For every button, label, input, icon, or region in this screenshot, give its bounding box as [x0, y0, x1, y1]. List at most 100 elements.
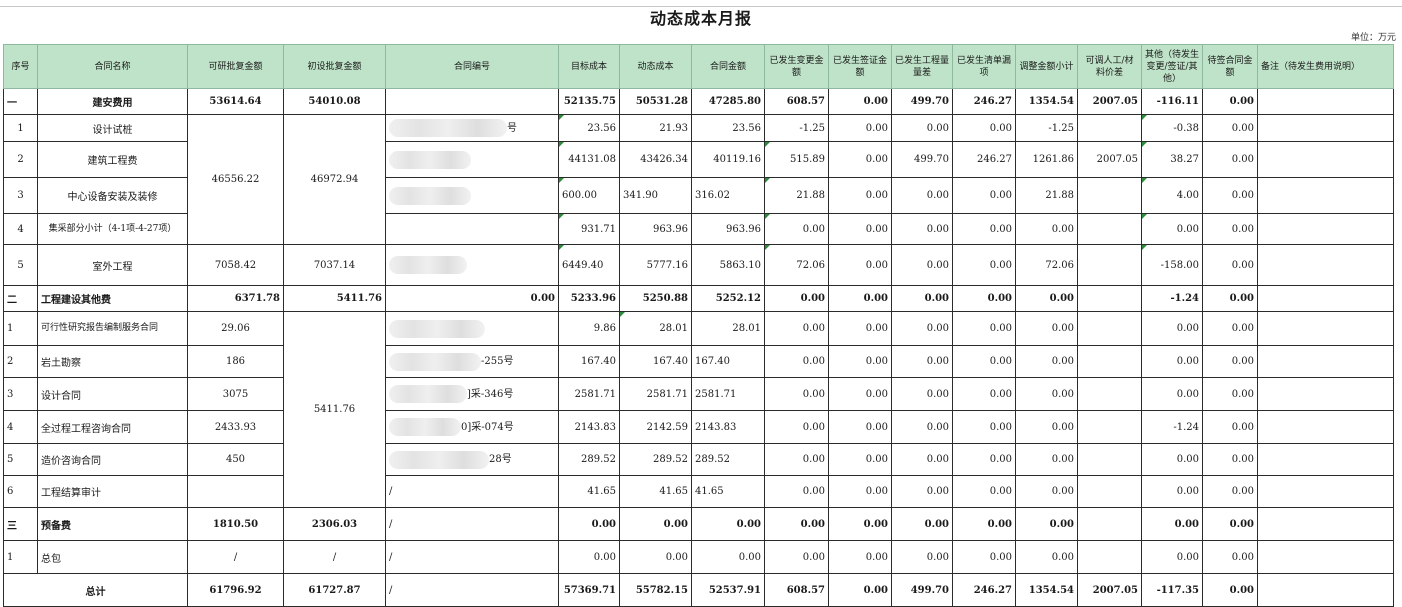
redaction-mask: [389, 450, 489, 469]
contract-code: /: [385, 540, 559, 574]
visa-amount: 0.00: [828, 311, 892, 346]
price-diff: [1077, 443, 1142, 476]
adjust-subtotal: 72.06: [1015, 244, 1078, 286]
quantity-diff: 0.00: [891, 114, 953, 142]
adjust-subtotal: 0.00: [1015, 443, 1078, 476]
remark: [1257, 141, 1394, 178]
contract-code-cell: [385, 141, 559, 178]
table-row: 二 工程建设其他费 6371.78 5411.76 0.00 5233.96 5…: [3, 285, 1394, 312]
adjust-subtotal: -1.25: [1015, 114, 1078, 142]
table-row: 1 设计试桩 46556.22 46972.94 号 23.56 21.93 2…: [3, 114, 1394, 245]
contract-name: 造价咨询合同: [37, 443, 188, 476]
quantity-diff: 0.00: [891, 475, 953, 508]
adjust-subtotal: 21.88: [1015, 177, 1078, 214]
contract-amount: 167.40: [691, 345, 765, 378]
other-pending: -117.35: [1141, 573, 1203, 607]
change-amount: 608.57: [764, 88, 829, 115]
quantity-diff: 0.00: [891, 410, 953, 444]
list-omission: 0.00: [952, 443, 1016, 476]
approved-design: 5411.76: [283, 311, 386, 508]
quantity-diff: 0.00: [891, 244, 953, 286]
row-no: 4: [3, 410, 38, 444]
price-diff: [1077, 410, 1142, 444]
contract-code-cell: 0]采-074号: [385, 410, 559, 444]
contract-code: /: [385, 507, 559, 541]
adjust-subtotal: 0.00: [1015, 410, 1078, 444]
dynamic-cost: 0.00: [619, 507, 692, 541]
visa-amount: 0.00: [828, 443, 892, 476]
visa-amount: 0.00: [828, 213, 892, 245]
redaction-mask: [389, 119, 507, 138]
pending-contract: 0.00: [1202, 88, 1258, 115]
pending-contract: 0.00: [1202, 141, 1258, 178]
contract-code-cell: [385, 177, 559, 214]
visa-amount: 0.00: [828, 177, 892, 214]
contract-name: 中心设备安装及装修: [37, 177, 188, 214]
pending-contract: 0.00: [1202, 443, 1258, 476]
header-cell: 合同金额: [691, 44, 765, 89]
contract-code: /: [385, 475, 559, 508]
remark: [1257, 285, 1394, 312]
pending-contract: 0.00: [1202, 311, 1258, 346]
quantity-diff: 499.70: [891, 573, 953, 607]
change-amount: 0.00: [764, 285, 829, 312]
visa-amount: 0.00: [828, 88, 892, 115]
header-row: 序号 合同名称 可研批复金额 初设批复金额 合同编号 目标成本 动态成本 合同金…: [3, 44, 1394, 89]
list-omission: 0.00: [952, 345, 1016, 378]
dynamic-cost: 341.90: [619, 177, 692, 214]
row-no: 5: [3, 443, 38, 476]
row-no: 3: [3, 177, 38, 214]
quantity-diff: 499.70: [891, 88, 953, 115]
redaction-mask: [389, 418, 461, 437]
dynamic-cost: 5250.88: [619, 285, 692, 312]
redaction-mask: [389, 352, 481, 371]
contract-amount: 289.52: [691, 443, 765, 476]
row-no: 1: [3, 540, 38, 574]
approved-feasibility: 7058.42: [187, 244, 284, 286]
header-cell: 可研批复金额: [187, 44, 284, 89]
list-omission: 0.00: [952, 285, 1016, 312]
approved-feasibility: 3075: [187, 377, 284, 411]
dynamic-cost: 289.52: [619, 443, 692, 476]
header-cell: 其他（待发生变更/签证/其他）: [1141, 44, 1203, 89]
price-diff: [1077, 285, 1142, 312]
contract-name: 预备费: [37, 507, 188, 541]
contract-code: [385, 213, 559, 245]
price-diff: [1077, 213, 1142, 245]
row-no: 3: [3, 377, 38, 411]
row-no: 2: [3, 141, 38, 178]
header-cell: 已发生签证金额: [828, 44, 892, 89]
list-omission: 0.00: [952, 177, 1016, 214]
price-diff: [1077, 540, 1142, 574]
visa-amount: 0.00: [828, 141, 892, 178]
pending-contract: 0.00: [1202, 540, 1258, 574]
pending-contract: 0.00: [1202, 177, 1258, 214]
list-omission: 246.27: [952, 573, 1016, 607]
price-diff: 2007.05: [1077, 573, 1142, 607]
row-no: 5: [3, 244, 38, 286]
target-cost: 0.00: [558, 507, 620, 541]
price-diff: [1077, 114, 1142, 142]
visa-amount: 0.00: [828, 410, 892, 444]
change-amount: 0.00: [764, 507, 829, 541]
dynamic-cost: 0.00: [619, 540, 692, 574]
adjust-subtotal: 0.00: [1015, 377, 1078, 411]
quantity-diff: 0.00: [891, 213, 953, 245]
row-no: 6: [3, 475, 38, 508]
pending-contract: 0.00: [1202, 114, 1258, 142]
contract-code-cell: [385, 244, 559, 286]
approved-feasibility: 6371.78: [187, 285, 284, 312]
remark: [1257, 345, 1394, 378]
target-cost: 57369.71: [558, 573, 620, 607]
contract-name: 总包: [37, 540, 188, 574]
list-omission: 0.00: [952, 213, 1016, 245]
quantity-diff: 0.00: [891, 540, 953, 574]
header-cell: 已发生工程量量差: [891, 44, 953, 89]
contract-amount: 52537.91: [691, 573, 765, 607]
approved-feasibility: 53614.64: [187, 88, 284, 115]
redaction-mask: [389, 256, 467, 274]
change-amount: 21.88: [764, 177, 829, 214]
other-pending: 0.00: [1141, 345, 1203, 378]
remark: [1257, 443, 1394, 476]
other-pending: 0.00: [1141, 213, 1203, 245]
